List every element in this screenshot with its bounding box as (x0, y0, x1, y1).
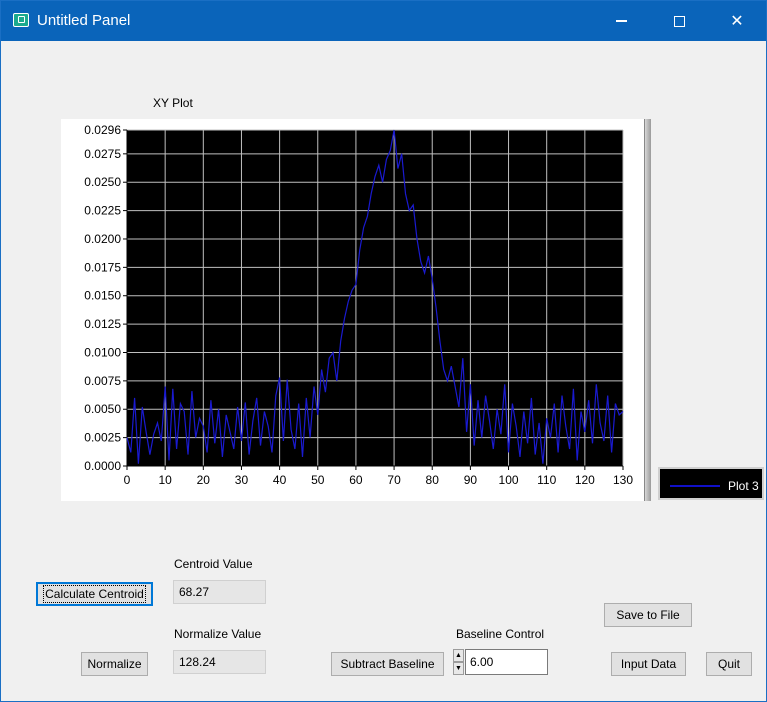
plot-legend: Plot 3 (658, 467, 764, 500)
calculate-centroid-button-label: Calculate Centroid (43, 585, 146, 603)
y-tick-label: 0.0100 (84, 345, 121, 359)
normalize-button[interactable]: Normalize (81, 652, 148, 676)
x-tick-label: 50 (311, 473, 325, 487)
decrement-arrow-icon[interactable]: ▼ (453, 662, 464, 675)
increment-arrow-icon[interactable]: ▲ (453, 649, 464, 662)
y-tick-label: 0.0150 (84, 289, 121, 303)
x-tick-label: 30 (235, 473, 249, 487)
plot-title: XY Plot (153, 96, 193, 110)
window-title: Untitled Panel (37, 12, 131, 29)
x-tick-label: 10 (158, 473, 172, 487)
x-tick-label: 120 (575, 473, 595, 487)
centroid-value-label: Centroid Value (174, 557, 253, 571)
centroid-value-field: 68.27 (173, 580, 266, 604)
x-tick-label: 90 (464, 473, 478, 487)
x-tick-label: 130 (613, 473, 633, 487)
y-tick-label: 0.0296 (84, 123, 121, 137)
x-tick-label: 0 (124, 473, 131, 487)
normalize-value-label: Normalize Value (174, 627, 262, 641)
normalize-value-field: 128.24 (173, 650, 266, 674)
x-tick-label: 110 (537, 473, 556, 487)
y-tick-label: 0.0250 (84, 175, 121, 189)
save-to-file-button[interactable]: Save to File (604, 603, 692, 627)
y-tick-label: 0.0125 (84, 317, 121, 331)
y-tick-label: 0.0275 (84, 147, 121, 161)
input-data-button[interactable]: Input Data (611, 652, 686, 676)
subtract-baseline-button[interactable]: Subtract Baseline (331, 652, 444, 676)
baseline-control-input[interactable]: 6.00 (465, 649, 548, 675)
x-tick-label: 70 (387, 473, 401, 487)
x-tick-label: 100 (499, 473, 519, 487)
app-icon (13, 13, 29, 27)
maximize-button[interactable] (650, 1, 708, 41)
y-tick-label: 0.0200 (84, 232, 121, 246)
y-tick-label: 0.0050 (84, 402, 121, 416)
quit-button[interactable]: Quit (706, 652, 752, 676)
maximize-icon (673, 15, 685, 27)
title-bar[interactable]: Untitled Panel ✕ (1, 1, 766, 41)
legend-line-swatch (670, 485, 720, 487)
calculate-centroid-button[interactable]: Calculate Centroid (36, 582, 153, 606)
x-tick-label: 60 (349, 473, 363, 487)
baseline-control-label: Baseline Control (456, 627, 545, 641)
panel-window: Untitled Panel ✕ XY Plot 0 10 20 30 40 50 60 70… (0, 0, 767, 702)
plot-svg: 0 10 20 30 40 50 60 70 80 90 100 110 120 130 0.0000 0.0… (84, 123, 633, 487)
close-button[interactable]: ✕ (708, 1, 766, 41)
y-tick-label: 0.0225 (84, 204, 121, 218)
legend-label: Plot 3 (728, 479, 759, 493)
minimize-button[interactable] (592, 1, 650, 41)
y-tick-label: 0.0075 (84, 374, 121, 388)
x-tick-label: 80 (426, 473, 440, 487)
x-tick-label: 20 (197, 473, 211, 487)
baseline-stepper[interactable]: ▲ ▼ (453, 649, 464, 675)
xy-plot-graph[interactable]: 0 10 20 30 40 50 60 70 80 90 100 110 120 130 0.0000 0.0… (61, 119, 651, 501)
close-icon: ✕ (730, 13, 744, 30)
minimize-icon (615, 20, 627, 22)
plot-area (127, 130, 623, 466)
x-tick-label: 40 (273, 473, 287, 487)
y-tick-label: 0.0025 (84, 431, 121, 445)
y-tick-label: 0.0175 (84, 260, 121, 274)
y-tick-label: 0.0000 (84, 459, 121, 473)
